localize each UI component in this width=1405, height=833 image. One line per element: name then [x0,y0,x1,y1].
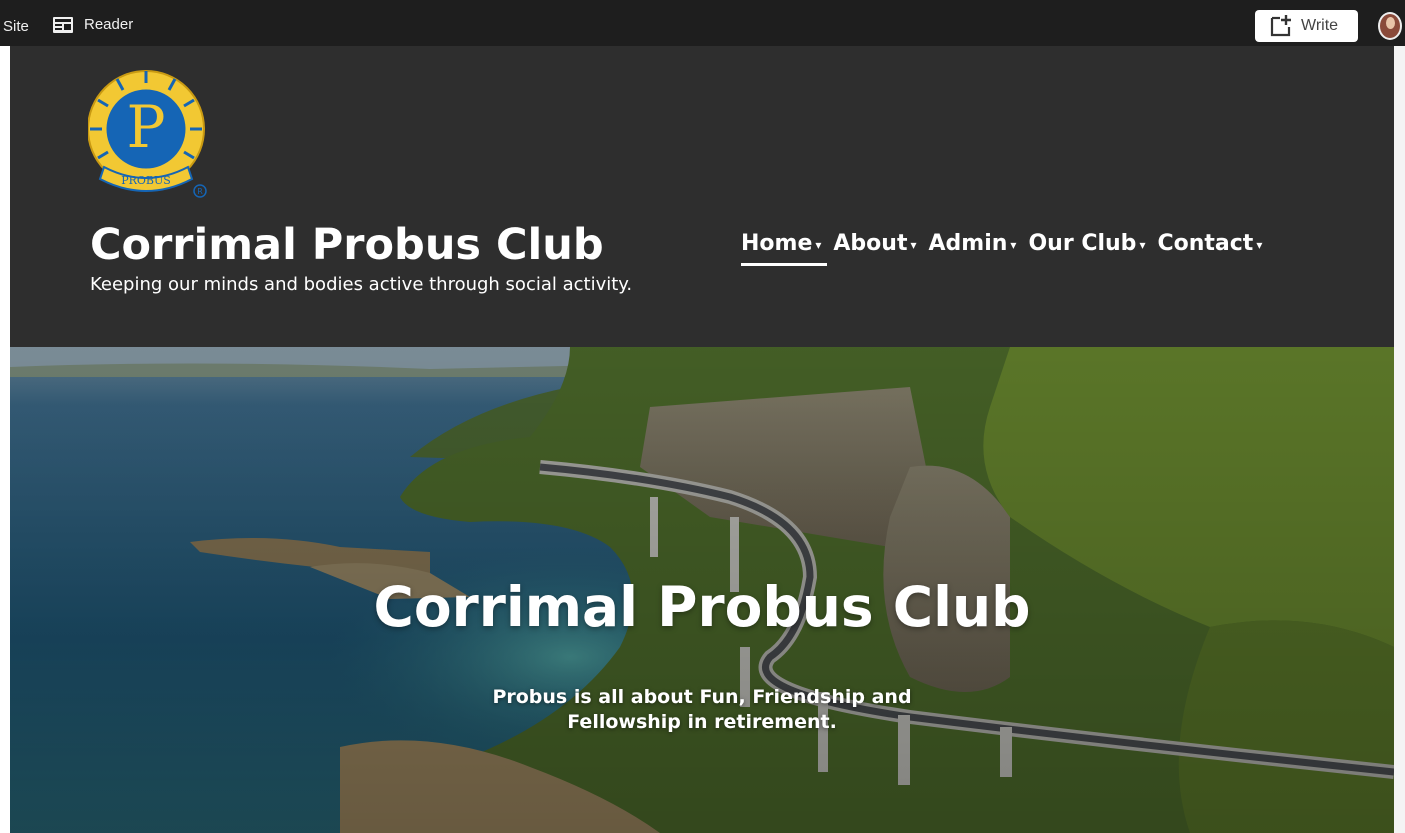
hero-banner: Corrimal Probus Club Probus is all about… [10,347,1394,833]
chevron-down-icon: ▾ [815,238,822,252]
reader-label: Reader [84,16,134,33]
new-post-icon [1270,15,1291,37]
user-avatar[interactable] [1378,12,1402,40]
site-title[interactable]: Corrimal Probus Club [90,220,604,270]
hero-subtitle: Probus is all about Fun, Friendship and … [492,686,912,733]
svg-text:P: P [126,93,165,161]
nav-item-home[interactable]: Home ▾ [741,231,828,266]
nav-label-about: About [833,231,908,256]
write-label: Write [1301,17,1339,34]
hero-title: Corrimal Probus Club [373,575,1031,639]
nav-item-contact[interactable]: Contact ▾ [1157,231,1262,266]
nav-label-contact: Contact [1157,231,1254,256]
chevron-down-icon: ▾ [910,238,917,252]
reader-link[interactable]: Reader [53,16,133,33]
nav-label-admin: Admin [928,231,1008,256]
site-header: P PROBUS R Corrimal Probus Club Keeping … [10,46,1394,347]
nav-item-about[interactable]: About ▾ [833,231,916,266]
nav-item-admin[interactable]: Admin ▾ [929,231,1017,266]
chevron-down-icon: ▾ [1256,238,1263,252]
nav-label-home: Home [741,231,813,256]
chevron-down-icon: ▾ [1010,238,1017,252]
scroll-margin [1394,46,1405,833]
reader-icon [53,16,73,33]
svg-text:R: R [197,187,203,196]
main-nav: Home ▾ About ▾ Admin ▾ Our Club ▾ Contact ▾ [741,231,1274,266]
nav-label-our-club: Our Club [1028,231,1137,256]
nav-item-our-club[interactable]: Our Club ▾ [1028,231,1145,266]
probus-logo[interactable]: P PROBUS R [88,63,216,199]
site-tagline: Keeping our minds and bodies active thro… [90,274,633,295]
my-site-link[interactable]: Site [3,18,29,35]
chevron-down-icon: ▾ [1139,238,1146,252]
logo-text: PROBUS [121,174,171,187]
write-button[interactable]: Write [1255,10,1358,42]
admin-bar: Site Reader Write [0,0,1405,46]
